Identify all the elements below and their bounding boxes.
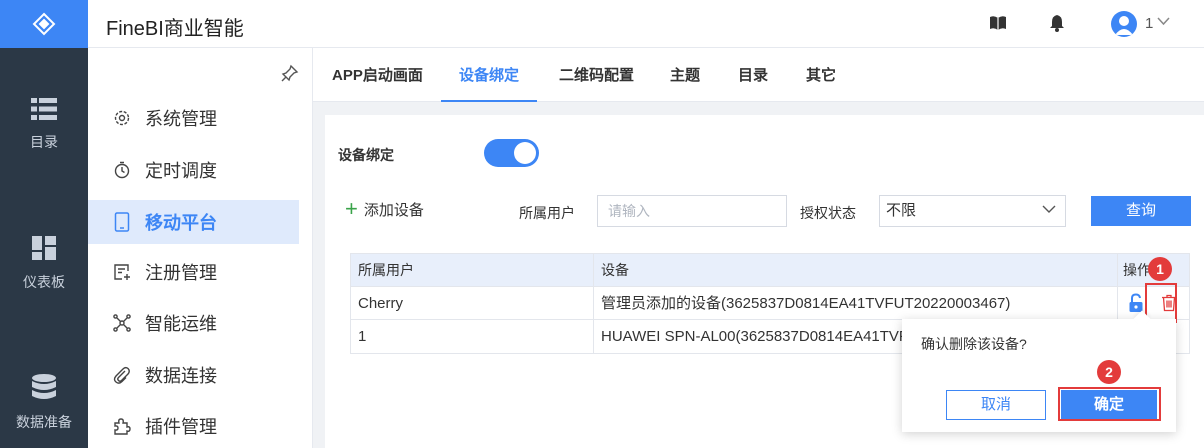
tab-app-splash[interactable]: APP启动画面 [330,48,425,102]
sidebar-item-label: 插件管理 [145,417,217,437]
sidebar-item-system[interactable]: 系统管理 [88,96,299,140]
add-device-label: 添加设备 [363,201,424,219]
app-title: FineBI商业智能 [106,18,244,40]
confirm-highlight-box [1058,387,1161,421]
book-icon[interactable] [989,14,1007,32]
logo[interactable] [0,0,88,48]
user-name[interactable]: 1 [1145,15,1153,32]
bell-icon[interactable] [1049,14,1065,32]
pin-icon[interactable] [281,64,299,82]
sidebar-item-data-connection[interactable]: 数据连接 [88,353,299,397]
timer-icon [114,161,130,179]
sidebar-item-label: 定时调度 [145,161,217,181]
tab-theme[interactable]: 主题 [668,48,702,102]
add-device-button[interactable]: + 添加设备 [345,198,424,220]
register-icon [114,264,130,280]
delete-highlight-box [1145,283,1177,323]
tab-catalog[interactable]: 目录 [736,48,770,102]
sidebar-item-label: 注册管理 [145,263,217,283]
cancel-button[interactable]: 取消 [946,390,1046,420]
cell-user: Cherry [358,295,404,312]
device-binding-label: 设备绑定 [338,147,394,163]
cell-user: 1 [358,328,367,345]
auth-status-value: 不限 [886,202,917,219]
cell-device: 管理员添加的设备(3625837D0814EA41TVFUT2022000346… [593,287,1118,320]
rail-item-dashboard[interactable]: 仪表板 [0,236,88,292]
table-header: 所属用户 设备 操作 [351,254,1189,287]
rail-item-label: 目录 [30,134,58,150]
chevron-down-icon [1042,205,1056,213]
finebi-logo-icon [32,12,56,36]
tab-other[interactable]: 其它 [804,48,838,102]
chevron-down-icon[interactable] [1157,17,1170,26]
list-icon [31,98,57,120]
user-filter-input[interactable] [597,195,787,227]
network-icon [113,314,131,332]
sidebar-item-label: 移动平台 [145,213,217,233]
database-icon [32,374,56,399]
app-rail: 目录 仪表板 数据准备 [0,0,88,448]
rail-item-catalog[interactable]: 目录 [0,98,88,152]
col-user: 所属用户 [358,262,414,278]
sidebar-item-label: 智能运维 [145,314,217,334]
step-badge-2: 2 [1097,360,1121,384]
confirm-message: 确认删除该设备? [921,336,1027,352]
device-binding-toggle[interactable] [484,139,539,167]
sidebar-item-plugins[interactable]: 插件管理 [88,404,299,448]
step-badge-1: 1 [1148,257,1172,281]
top-header: FineBI商业智能 1 [88,0,1204,48]
rail-item-label: 数据准备 [16,414,72,430]
auth-status-select[interactable]: 不限 [879,195,1066,227]
user-filter-label: 所属用户 [519,205,575,221]
gear-icon [114,110,130,126]
auth-status-label: 授权状态 [800,205,856,221]
dashboard-icon [32,236,56,260]
table-row: Cherry 管理员添加的设备(3625837D0814EA41TVFUT202… [351,287,1189,320]
paperclip-icon [113,366,130,384]
user-avatar-icon[interactable] [1111,11,1137,37]
sidebar-item-label: 数据连接 [145,366,217,386]
col-device: 设备 [593,254,1118,287]
rail-item-label: 仪表板 [23,274,65,290]
person-icon [1115,16,1133,35]
tab-bar: APP启动画面 设备绑定 二维码配置 主题 目录 其它 [313,48,1204,102]
query-button[interactable]: 查询 [1091,196,1191,226]
sidebar-item-ops[interactable]: 智能运维 [88,301,299,345]
rail-item-data-prep[interactable]: 数据准备 [0,374,88,432]
tablet-icon [114,212,130,232]
sidebar-item-label: 系统管理 [145,109,217,129]
admin-sidebar: 系统管理 定时调度 移动平台 注册管理 智能运维 数据连接 插件管理 [88,48,313,448]
plus-icon: + [345,196,358,221]
tab-device-binding[interactable]: 设备绑定 [441,48,538,102]
sidebar-item-mobile[interactable]: 移动平台 [88,200,299,244]
tab-qrcode[interactable]: 二维码配置 [557,48,636,102]
puzzle-icon [114,418,131,435]
sidebar-item-schedule[interactable]: 定时调度 [88,148,299,192]
sidebar-item-register[interactable]: 注册管理 [88,250,299,294]
